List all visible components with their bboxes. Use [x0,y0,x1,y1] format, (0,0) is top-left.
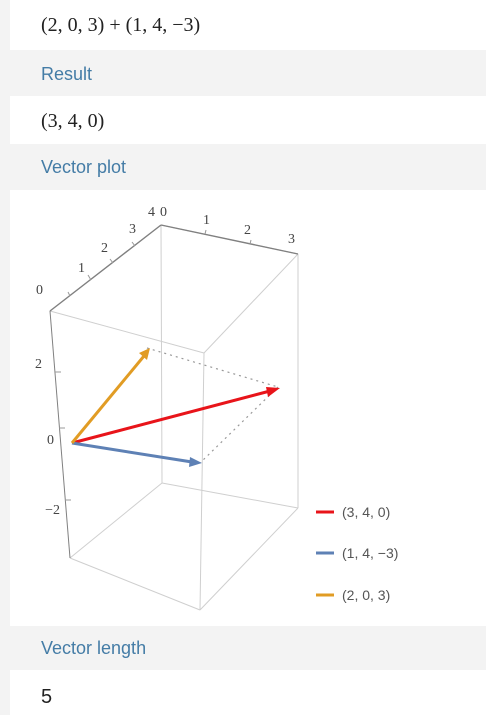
top-tick-3: 3 [288,232,295,247]
vector-plot-svg[interactable]: 2 0 −2 0 1 2 3 4 0 1 2 3 (3, 4, 0) (1, 4… [10,190,486,626]
result-output[interactable]: (3, 4, 0) [10,96,486,144]
vector-plot-pod[interactable]: 2 0 −2 0 1 2 3 4 0 1 2 3 (3, 4, 0) (1, 4… [10,190,486,626]
vector-2-0-3 [70,348,150,444]
vector-1-4-neg3 [71,441,202,467]
depth-tick-2: 2 [101,241,108,256]
result-header-label: Result [41,64,93,84]
vertical-tick-0: 0 [47,433,54,448]
depth-tick-3: 3 [129,222,136,237]
plot-legend: (3, 4, 0) (1, 4, −3) (2, 0, 3) [316,504,398,603]
vector-plot-header: Vector plot [10,144,486,190]
top-tick-0: 0 [160,205,167,220]
vector-length-header-label: Vector length [41,638,147,658]
vertical-axis-ticks [55,371,71,501]
legend-label-1-4-neg3: (1, 4, −3) [342,545,398,561]
vertical-tick-2: 2 [35,357,42,372]
depth-axis-line [49,224,162,312]
top-tick-2: 2 [244,223,251,238]
result-card: (2, 0, 3) + (1, 4, −3) Result (3, 4, 0) … [10,0,486,715]
input-expression: (2, 0, 3) + (1, 4, −3) [41,14,201,36]
top-tick-1: 1 [203,213,210,228]
legend-label-2-0-3: (2, 0, 3) [342,587,390,603]
axis-minor-ticks [67,229,252,297]
vector-length-output[interactable]: 5 [10,670,486,715]
vector-length-value: 5 [41,686,53,708]
legend-label-3-4-0: (3, 4, 0) [342,504,390,520]
result-value: (3, 4, 0) [41,110,105,132]
depth-tick-0: 0 [36,283,43,298]
vertical-tick-neg2: −2 [45,503,60,518]
top-axis-line [160,224,299,255]
depth-tick-1: 1 [78,261,85,276]
vector-plot-header-label: Vector plot [41,157,127,177]
vector-3-4-0 [71,387,280,445]
input-row: (2, 0, 3) + (1, 4, −3) [10,0,486,50]
result-header: Result [10,50,486,96]
vector-length-header: Vector length [10,626,486,670]
depth-tick-4: 4 [148,205,155,220]
